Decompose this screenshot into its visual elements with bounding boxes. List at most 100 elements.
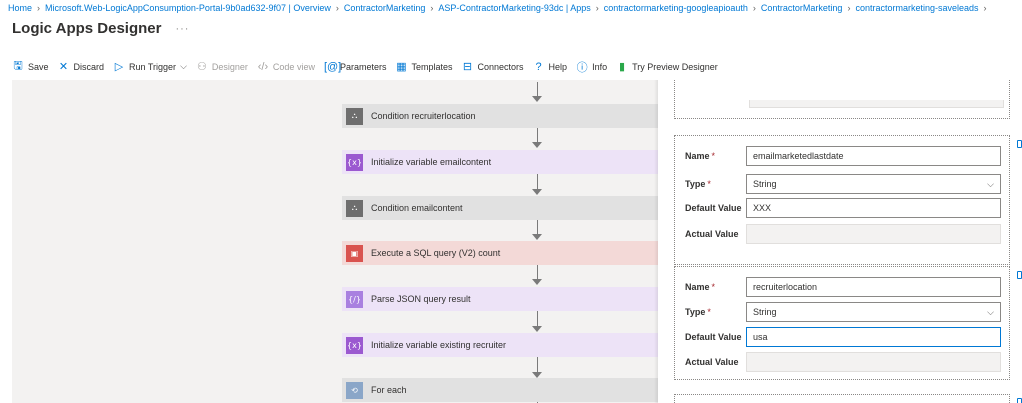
bookmark-icon: ▮: [619, 61, 626, 73]
code-view-button[interactable]: ‹/› Code view: [257, 61, 315, 73]
discard-button[interactable]: ✕ Discard: [58, 60, 105, 73]
chevron-down-icon: ⌵: [987, 306, 994, 317]
arrow-down-icon: [532, 234, 542, 240]
breadcrumb-home[interactable]: Home: [8, 3, 32, 13]
type-row: Type * String ⌵: [685, 302, 1001, 322]
edge-handle-icon[interactable]: [1017, 398, 1022, 403]
type-select[interactable]: String ⌵: [746, 174, 1001, 194]
previous-field: [749, 100, 1004, 108]
step-card[interactable]: {x} Initialize variable existing recruit…: [342, 333, 658, 357]
step-label: Execute a SQL query (V2) count: [371, 248, 501, 258]
discard-label: Discard: [73, 61, 105, 72]
chevron-right-icon: ›: [595, 3, 599, 13]
toolbar: 🖫 Save ✕ Discard ▷ Run Trigger ⌵ ⚇ Designer ‹…: [12, 57, 727, 76]
breadcrumb-portal[interactable]: Microsoft.Web-LogicAppConsumption-Portal…: [45, 3, 331, 13]
try-preview-button[interactable]: ▮ Try Preview Designer: [616, 60, 718, 73]
help-button[interactable]: ? Help: [533, 60, 568, 73]
chevron-right-icon: ›: [752, 3, 756, 13]
more-options-icon[interactable]: ···: [175, 23, 189, 35]
templates-button[interactable]: ▦ Templates: [395, 60, 452, 73]
chevron-right-icon: ›: [847, 3, 851, 13]
parameter-box: Name * recruiterlocation Type * String ⌵ De…: [674, 266, 1010, 380]
play-icon: ▷: [114, 61, 124, 73]
loop-icon: ⟲: [346, 381, 363, 399]
actual-row: Actual Value: [685, 352, 1001, 372]
save-icon: 🖫: [13, 60, 23, 72]
arrow-down-icon: [532, 142, 542, 148]
condition-icon: ⛬: [346, 199, 363, 217]
breadcrumb-contractormarketing[interactable]: ContractorMarketing: [344, 3, 426, 13]
actual-value-label: Actual Value: [685, 357, 739, 367]
default-value-input[interactable]: XXX: [746, 198, 1001, 218]
connectors-icon: ⊟: [462, 61, 473, 73]
code-view-label: Code view: [272, 61, 315, 72]
try-preview-label: Try Preview Designer: [632, 61, 718, 72]
default-value-label: Default Value: [685, 203, 742, 213]
breadcrumb-asp[interactable]: ASP-ContractorMarketing-93dc | Apps: [438, 3, 590, 13]
connectors-button[interactable]: ⊟ Connectors: [462, 60, 524, 73]
actual-value-label: Actual Value: [685, 229, 739, 239]
type-label: Type: [685, 307, 706, 317]
chevron-right-icon: ›: [983, 3, 987, 13]
sql-icon: ▣: [346, 244, 363, 262]
name-input[interactable]: recruiterlocation: [746, 277, 1001, 297]
chevron-right-icon: ›: [37, 3, 41, 13]
step-card[interactable]: ⟲ For each: [342, 378, 658, 402]
arrow-down-icon: [532, 279, 542, 285]
actual-value-input: [746, 224, 1001, 244]
designer-canvas[interactable]: ⛬ Condition recruiterlocation {x} Initia…: [12, 80, 658, 403]
connectors-label: Connectors: [477, 61, 524, 72]
chevron-down-icon: ⌵: [987, 178, 994, 189]
help-icon: ?: [535, 60, 542, 73]
info-button[interactable]: ⓘ Info: [576, 59, 608, 75]
name-row: Name * recruiterlocation: [685, 277, 1001, 297]
save-button[interactable]: 🖫 Save: [12, 57, 49, 76]
step-card[interactable]: {/} Parse JSON query result: [342, 287, 658, 311]
parameters-icon: [@]: [323, 60, 342, 73]
help-label: Help: [548, 61, 568, 72]
code-icon: ‹/›: [257, 60, 269, 73]
step-card[interactable]: ▣ Execute a SQL query (V2) count: [342, 241, 658, 265]
parameter-box-next: [674, 394, 1010, 403]
parameters-button[interactable]: [@] Parameters: [324, 61, 387, 73]
name-row: Name * emailmarketedlastdate: [685, 146, 1001, 166]
step-card[interactable]: ⛬ Condition recruiterlocation: [342, 104, 658, 128]
save-label: Save: [28, 61, 49, 72]
breadcrumb-saveleads[interactable]: contractormarketing-saveleads: [855, 3, 978, 13]
type-select[interactable]: String ⌵: [746, 302, 1001, 322]
step-card[interactable]: {x} Initialize variable emailcontent: [342, 150, 658, 174]
type-label: Type: [685, 179, 706, 189]
title-row: Logic Apps Designer ···: [12, 20, 189, 37]
arrow-down-icon: [532, 189, 542, 195]
designer-button[interactable]: ⚇ Designer: [196, 60, 248, 73]
chevron-down-icon: ⌵: [180, 61, 187, 71]
breadcrumb-contractormarketing-2[interactable]: ContractorMarketing: [761, 3, 843, 13]
step-card[interactable]: ⛬ Condition emailcontent: [342, 196, 658, 220]
parameters-panel: Name * emailmarketedlastdate Type * String…: [658, 80, 1022, 403]
breadcrumb-googleapioauth[interactable]: contractormarketing-googleapioauth: [604, 3, 748, 13]
edge-handle-icon[interactable]: [1017, 271, 1022, 279]
info-label: Info: [592, 61, 608, 72]
chevron-right-icon: ›: [335, 3, 339, 13]
edge-handle-icon[interactable]: [1017, 140, 1022, 148]
step-label: Parse JSON query result: [371, 294, 471, 304]
required-marker: *: [711, 282, 716, 292]
required-marker: *: [707, 179, 711, 189]
json-icon: {/}: [346, 290, 363, 308]
parameter-box: Name * emailmarketedlastdate Type * String…: [674, 135, 1010, 265]
designer-label: Designer: [211, 61, 248, 72]
step-label: Initialize variable existing recruiter: [371, 340, 507, 350]
type-value: String: [753, 307, 777, 317]
required-marker: *: [711, 151, 716, 161]
default-row: Default Value XXX: [685, 198, 1001, 218]
default-row: Default Value usa: [685, 327, 1001, 347]
info-icon: ⓘ: [576, 61, 588, 74]
default-value-input[interactable]: usa: [746, 327, 1001, 347]
run-trigger-label: Run Trigger: [129, 61, 177, 72]
page-title: Logic Apps Designer: [12, 20, 162, 37]
name-label: Name: [685, 282, 710, 292]
actual-row: Actual Value: [685, 224, 1001, 244]
run-trigger-button[interactable]: ▷ Run Trigger ⌵: [113, 60, 187, 73]
name-label: Name: [685, 151, 710, 161]
name-input[interactable]: emailmarketedlastdate: [746, 146, 1001, 166]
